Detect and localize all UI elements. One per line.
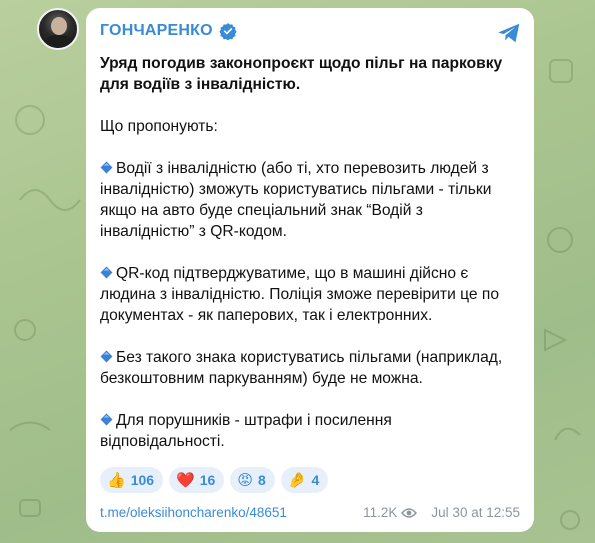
post-intro: Що пропонують:: [100, 118, 218, 135]
post-point-text: Для порушників - штрафи і посилення відп…: [100, 412, 392, 450]
reaction-count: 106: [130, 472, 155, 488]
blue-diamond-icon: [100, 413, 113, 426]
post-point: QR-код підтверджуватиме, що в машині дій…: [100, 263, 520, 326]
post-point: Водії з інвалідністю (або ті, хто перево…: [100, 158, 520, 242]
post-point-text: Без такого знака користуватись пільгами …: [100, 349, 503, 387]
post-point-text: QR-код підтверджуватиме, що в машині дій…: [100, 265, 499, 324]
channel-avatar[interactable]: [37, 8, 79, 50]
message-header: ГОНЧАРЕНКО: [100, 18, 520, 44]
angry-face-icon: 😡: [237, 471, 253, 489]
post-link[interactable]: t.me/oleksiihoncharenko/48651: [100, 505, 287, 520]
blue-diamond-icon: [100, 266, 113, 279]
post-headline-line-2: для водіїв з інвалідністю.: [100, 76, 301, 93]
blue-diamond-icon: [100, 161, 113, 174]
post-meta: 11.2K Jul 30 at 12:55: [363, 505, 520, 520]
eye-icon: [401, 507, 418, 518]
thumbs-up-icon: 👍: [107, 471, 126, 489]
reactions-bar: 👍 106 ❤️ 16 😡 8 🤌 4: [100, 467, 520, 493]
post-body: Уряд погодив законопроєкт щодо пільг на …: [100, 53, 520, 452]
channel-name[interactable]: ГОНЧАРЕНКО: [100, 22, 213, 40]
post-point-text: Водії з інвалідністю (або ті, хто перево…: [100, 160, 492, 240]
reaction-count: 4: [311, 472, 320, 488]
post-point: Для порушників - штрафи і посилення відп…: [100, 410, 520, 452]
avatar-face: [51, 17, 67, 35]
post-date: Jul 30 at 12:55: [431, 505, 520, 520]
blue-diamond-icon: [100, 350, 113, 363]
reaction-angry[interactable]: 😡 8: [230, 467, 275, 493]
reaction-count: 16: [199, 472, 216, 488]
view-count: 11.2K: [363, 505, 398, 520]
post-headline: Уряд погодив законопроєкт щодо пільг на …: [100, 53, 520, 95]
message-footer: t.me/oleksiihoncharenko/48651 11.2K Jul …: [100, 505, 520, 520]
heart-icon: ❤️: [176, 471, 195, 489]
reaction-heart[interactable]: ❤️ 16: [169, 467, 225, 493]
post-headline-line-1: Уряд погодив законопроєкт щодо пільг на …: [100, 55, 503, 72]
reaction-pinched-fingers[interactable]: 🤌 4: [280, 467, 329, 493]
verified-badge-icon: [219, 23, 237, 40]
pinched-fingers-icon: 🤌: [287, 471, 307, 489]
reaction-count: 8: [257, 472, 266, 488]
message-bubble: ГОНЧАРЕНКО Уряд погодив законопроєкт щод…: [86, 8, 534, 532]
post-point: Без такого знака користуватись пільгами …: [100, 347, 520, 389]
reaction-thumbs-up[interactable]: 👍 106: [100, 467, 164, 493]
avatar-body: [45, 35, 73, 48]
telegram-share-icon[interactable]: [496, 20, 522, 46]
